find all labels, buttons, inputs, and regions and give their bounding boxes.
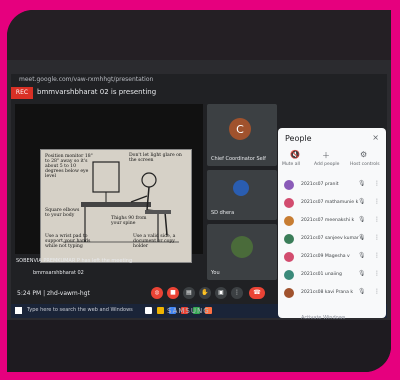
camera-off-button[interactable]: ■ [167, 287, 179, 299]
participant-name: 2021cs07 pranit [301, 182, 339, 187]
participant-row[interactable]: 2021cs07 mathamunie k 🎙 ⋮ [284, 198, 380, 211]
url-text: meet.google.com/vaw-rxmhhgt/presentation [19, 76, 154, 83]
participant-avatar [284, 252, 294, 262]
tile-name-you: You [211, 270, 220, 276]
more-icon[interactable]: ⋮ [374, 288, 380, 295]
doc-note-wristpad: Use a wrist pad to support your hands wh… [45, 234, 91, 250]
photo-area: meet.google.com/vaw-rxmhhgt/presentation… [7, 10, 391, 372]
doc-note-monitor: Position monitor 18" to 28" away so it's… [45, 154, 93, 180]
desk-surface [7, 320, 391, 372]
ergonomics-document: Position monitor 18" to 28" away so it's… [40, 149, 192, 263]
self-label: bmmsarshbharat 02 [33, 270, 84, 276]
participant-name: 2021cs07 mathamunie k [301, 200, 359, 205]
participant-tile-2[interactable]: SD dhera [207, 170, 277, 220]
more-icon[interactable]: ⋮ [374, 198, 380, 205]
avatar: C [229, 118, 251, 140]
doc-note-holder: Use a valid side, a document or copy hol… [133, 234, 176, 250]
mic-icon[interactable]: 🎙 [358, 252, 366, 259]
present-button[interactable]: ▣ [215, 287, 227, 299]
participant-row[interactable]: 2021cs07 meenakshi k 🎙 ⋮ [284, 216, 380, 229]
add-people-icon[interactable]: ＋ [322, 150, 330, 161]
monitor: meet.google.com/vaw-rxmhhgt/presentation… [7, 60, 391, 321]
participant-row[interactable]: 2021cs09 Magesha v 🎙 ⋮ [284, 252, 380, 265]
meeting-time-code: 5:24 PM | zhd-vawm-hgt [17, 290, 90, 297]
mic-icon[interactable]: 🎙 [358, 180, 366, 187]
more-icon[interactable]: ⋮ [374, 180, 380, 187]
participant-row[interactable]: 2021cs07 sanjeev kumar s 🎙 ⋮ [284, 234, 380, 247]
more-icon[interactable]: ⋮ [374, 234, 380, 241]
mic-icon[interactable]: 🎙 [358, 216, 366, 223]
participant-row[interactable]: 2021cs07 pranit 🎙 ⋮ [284, 180, 380, 193]
participant-avatar [284, 270, 294, 280]
left-meeting-toast: SOBENVIA PREMKUMAR P has left the meetin… [16, 258, 133, 264]
more-icon[interactable]: ⋮ [374, 252, 380, 259]
participant-row[interactable]: 2021cs01 unaiing 🎙 ⋮ [284, 270, 380, 283]
more-icon[interactable]: ⋮ [374, 270, 380, 277]
participant-name: 2021cs08 kavi Prana k [301, 290, 354, 295]
doc-note-thighs: Thighs 90 from your spine [111, 216, 147, 227]
participant-name: 2021cs01 unaiing [301, 272, 342, 277]
captions-button[interactable]: ▤ [183, 287, 195, 299]
people-panel-title: People [285, 134, 312, 143]
participant-avatar [284, 198, 294, 208]
raise-hand-button[interactable]: ✋ [199, 287, 211, 299]
pink-frame: meet.google.com/vaw-rxmhhgt/presentation… [0, 0, 400, 380]
more-icon[interactable]: ⋮ [374, 216, 380, 223]
mic-off-button[interactable]: ⦻ [151, 287, 163, 299]
tile-name-2: SD dhera [211, 210, 235, 216]
doc-note-glare: Don't let light glare on the screen [129, 153, 182, 164]
participant-avatar [284, 216, 294, 226]
participant-avatar [284, 288, 294, 298]
mic-icon[interactable]: 🎙 [358, 288, 366, 295]
host-controls-icon[interactable]: ⚙ [360, 150, 367, 159]
avatar [233, 180, 249, 196]
tab-host-controls[interactable]: Host controls [350, 162, 380, 167]
taskbar-search[interactable]: Type here to search the web and Windows [27, 307, 133, 313]
participant-name: 2021cs07 meenakshi k [301, 218, 355, 223]
file-explorer-icon[interactable] [157, 307, 164, 314]
presenting-label: bmmvarshbharat 02 is presenting [37, 88, 157, 96]
participant-tile-1[interactable]: C Chief Coordinator Self [207, 104, 277, 166]
more-options-button[interactable]: ⋮ [231, 287, 243, 299]
mic-icon[interactable]: 🎙 [358, 270, 366, 277]
rec-badge: REC [11, 87, 33, 99]
windows-start-icon[interactable] [15, 307, 22, 314]
avatar [231, 236, 253, 258]
task-view-icon[interactable] [145, 307, 152, 314]
tile-name-1: Chief Coordinator Self [211, 156, 266, 162]
mic-icon[interactable]: 🎙 [358, 234, 366, 241]
monitor-brand: SAMSUNG [167, 307, 210, 315]
people-panel: People × 🔇 ＋ ⚙ Mute all Add people Host … [278, 128, 386, 318]
participant-tile-self[interactable]: You [207, 224, 277, 280]
presentation-stage: Position monitor 18" to 28" away so it's… [15, 104, 203, 263]
participant-avatar [284, 234, 294, 244]
hang-up-button[interactable]: ☎ [249, 287, 265, 299]
mute-all-icon[interactable]: 🔇 [290, 150, 300, 159]
participant-row[interactable]: 2021cs08 kavi Prana k 🎙 ⋮ [284, 288, 380, 301]
participant-name: 2021cs07 sanjeev kumar s [301, 236, 363, 241]
doc-note-elbows: Square elbows to your body [45, 208, 80, 219]
participant-name: 2021cs09 Magesha v [301, 254, 350, 259]
close-icon[interactable]: × [372, 133, 379, 142]
tab-add-people[interactable]: Add people [314, 162, 339, 167]
tab-mute-all[interactable]: Mute all [282, 162, 300, 167]
participant-avatar [284, 180, 294, 190]
mic-icon[interactable]: 🎙 [358, 198, 366, 205]
